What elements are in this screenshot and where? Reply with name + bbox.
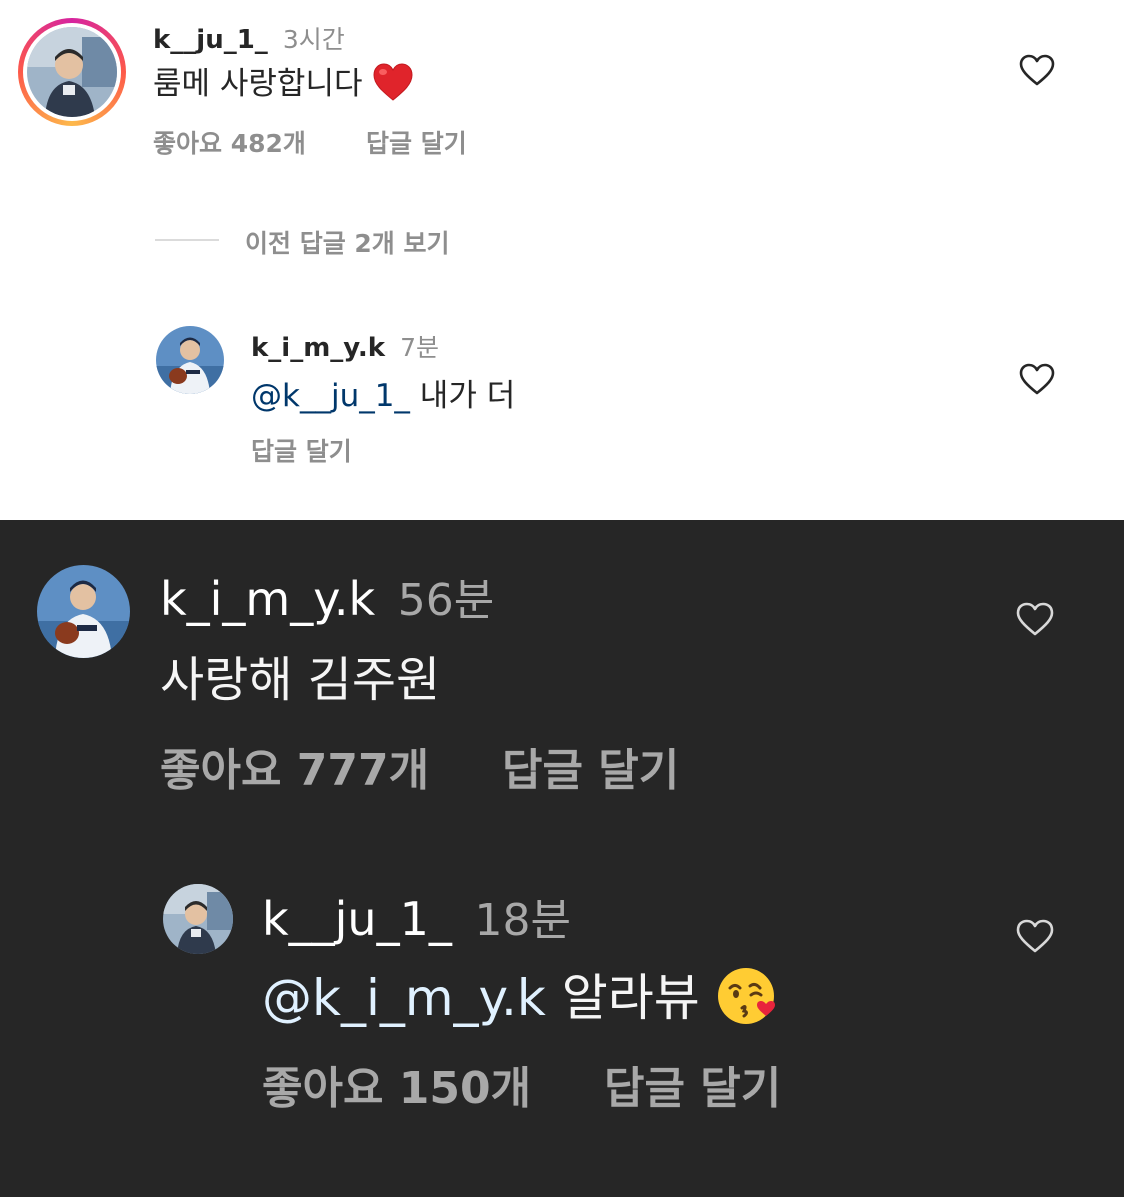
username-text[interactable]: k_i_m_y.k xyxy=(160,572,375,626)
reply-text: @k__ju_1_ 내가 더 xyxy=(251,370,515,415)
comment-likes[interactable]: 좋아요 482개 xyxy=(153,124,306,160)
dark-comment-thread: k_i_m_y.k 56분 사랑해 김주원 좋아요 777개 답글 달기 k__… xyxy=(0,520,1124,1197)
comment-time: 56분 xyxy=(397,575,495,626)
mention-link[interactable]: @k_i_m_y.k xyxy=(262,969,546,1027)
comment-text: 사랑해 김주원 xyxy=(160,652,441,708)
comment-likes[interactable]: 좋아요 777개 xyxy=(160,734,429,798)
comment-text: 룸메 사랑합니다 xyxy=(153,58,414,110)
comment-username[interactable]: k__ju_1_ 3시간 xyxy=(153,20,345,56)
face-blowing-kiss-emoji xyxy=(716,964,780,1040)
heart-outline-icon[interactable] xyxy=(1019,54,1055,90)
avatar-k_i_m_y.k[interactable] xyxy=(156,326,224,394)
comment-screenshots: k__ju_1_ 3시간 룸메 사랑합니다 좋아요 482개 답글 달기 이전 … xyxy=(0,0,1124,1197)
reply-body: 알라뷰 xyxy=(561,969,700,1027)
username-text[interactable]: k__ju_1_ xyxy=(262,892,452,946)
reply-username-row[interactable]: k_i_m_y.k 7분 xyxy=(251,328,439,364)
heart-outline-icon[interactable] xyxy=(1019,363,1055,399)
heart-outline-icon[interactable] xyxy=(1016,602,1054,640)
comment-body: 룸메 사랑합니다 xyxy=(153,66,363,102)
view-previous-replies[interactable]: 이전 답글 2개 보기 xyxy=(245,224,450,260)
avatar-k_i_m_y.k[interactable] xyxy=(37,565,130,658)
view-replies-line xyxy=(155,239,219,241)
comment-time: 3시간 xyxy=(282,25,345,54)
mention-link[interactable]: @k__ju_1_ xyxy=(251,378,410,414)
reply-body: 내가 더 xyxy=(419,378,516,414)
reply-time: 7분 xyxy=(400,333,439,362)
avatar-k__ju_1_[interactable] xyxy=(163,884,233,954)
reply-button[interactable]: 답글 달기 xyxy=(366,124,467,160)
reply-button[interactable]: 답글 달기 xyxy=(604,1052,781,1116)
reply-button[interactable]: 답글 달기 xyxy=(251,432,352,468)
username-text[interactable]: k__ju_1_ xyxy=(153,25,268,55)
reply-text: @k_i_m_y.k 알라뷰 xyxy=(262,958,780,1040)
light-comment-thread: k__ju_1_ 3시간 룸메 사랑합니다 좋아요 482개 답글 달기 이전 … xyxy=(0,0,1124,520)
comment-username-row[interactable]: k_i_m_y.k 56분 xyxy=(160,564,494,628)
reply-likes[interactable]: 좋아요 150개 xyxy=(262,1052,531,1116)
reply-button[interactable]: 답글 달기 xyxy=(502,734,679,798)
heart-outline-icon[interactable] xyxy=(1016,919,1054,957)
reply-username-row[interactable]: k__ju_1_ 18분 xyxy=(262,884,571,948)
reply-time: 18분 xyxy=(474,895,571,946)
red-heart-emoji xyxy=(372,62,414,110)
username-text[interactable]: k_i_m_y.k xyxy=(251,333,385,363)
avatar-k__ju_1_[interactable] xyxy=(27,27,117,117)
